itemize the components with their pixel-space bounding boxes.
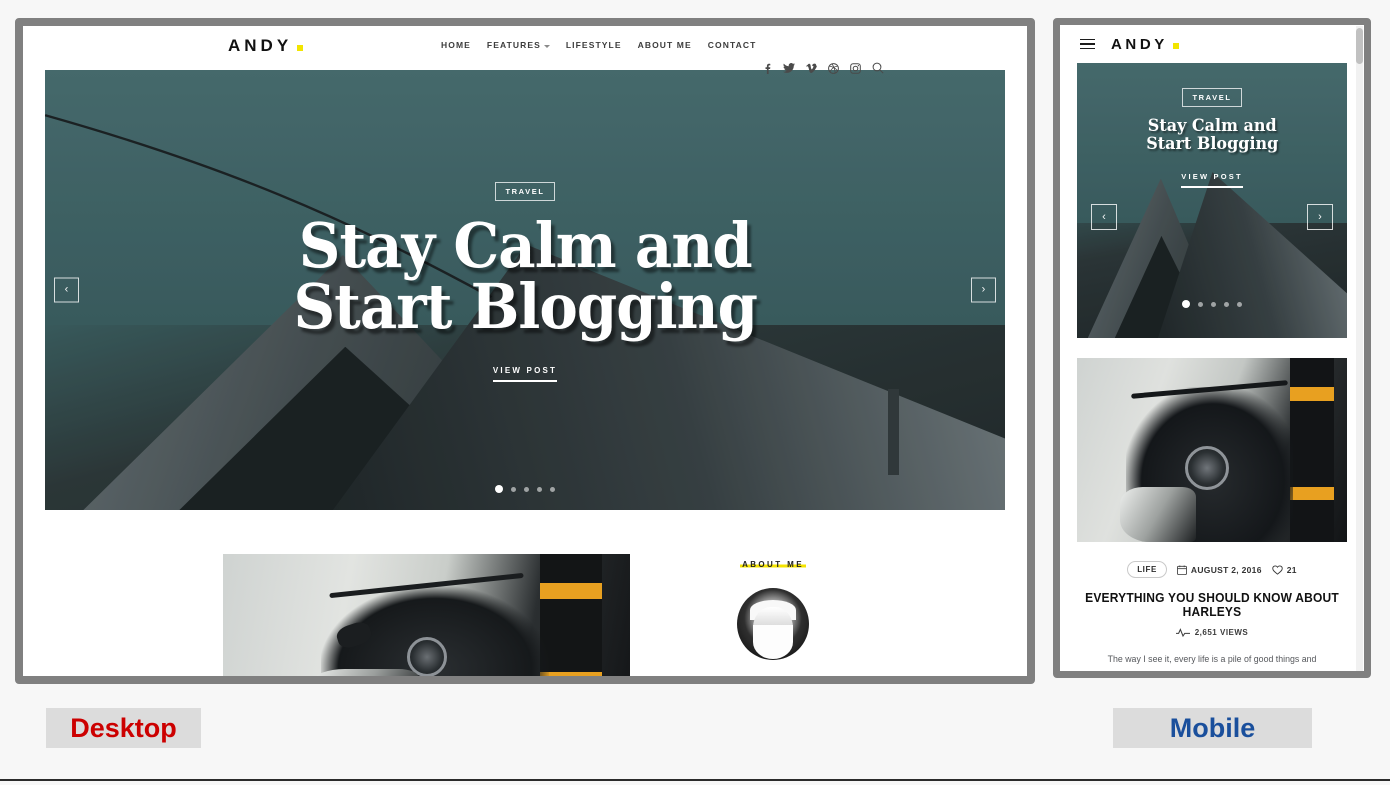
hero-title-line-1: Stay Calm and: [298, 209, 753, 282]
mobile-hero-content: TRAVEL Stay Calm and Start Blogging VIEW…: [1077, 63, 1347, 338]
slider-dot-4[interactable]: [537, 486, 542, 492]
dribbble-icon[interactable]: [828, 62, 839, 74]
nav-label: FEATURES: [486, 40, 541, 50]
slider-dot-3[interactable]: [524, 486, 529, 492]
hero-prev-button[interactable]: ‹: [54, 277, 79, 303]
logo-dot-icon: [297, 45, 304, 51]
about-me-heading: ABOUT ME: [740, 560, 806, 569]
mobile-hero-view-post-button[interactable]: VIEW POST: [1181, 172, 1243, 188]
mobile-hero-slider: TRAVEL Stay Calm and Start Blogging VIEW…: [1077, 63, 1347, 338]
mobile-post-views-text: 2,651 VIEWS: [1194, 628, 1249, 637]
site-logo-text: ANDY: [228, 36, 293, 55]
nav-label: HOME: [441, 40, 471, 50]
mobile-hero-prev-button[interactable]: ‹: [1091, 204, 1117, 230]
mobile-post-image[interactable]: [1077, 358, 1347, 542]
nav-label: CONTACT: [707, 40, 757, 50]
mobile-site-header: ANDY: [1060, 25, 1364, 63]
mobile-label: Mobile: [1113, 708, 1312, 748]
slider-dot-2[interactable]: [511, 486, 516, 492]
desktop-viewport: ANDY HOME FEATURES LIFESTYLE ABOUT ME CO…: [23, 26, 1027, 676]
calendar-icon: [1177, 565, 1187, 575]
twitter-icon[interactable]: [783, 62, 795, 74]
mobile-site-logo[interactable]: ANDY: [1111, 36, 1179, 53]
mobile-post-title[interactable]: EVERYTHING YOU SHOULD KNOW ABOUT HARLEYS: [1082, 591, 1341, 619]
search-icon[interactable]: [872, 62, 884, 74]
mobile-post-excerpt: The way I see it, every life is a pile o…: [1107, 654, 1317, 664]
nav-item-features[interactable]: FEATURES: [487, 40, 550, 50]
hero-next-button[interactable]: ›: [971, 277, 996, 303]
mobile-post-meta: LIFE AUGUST 2, 2016 21: [1077, 561, 1347, 578]
mobile-hero-slider-dots: [1077, 300, 1347, 308]
mobile-hero-next-button[interactable]: ›: [1307, 204, 1333, 230]
logo-dot-icon: [1172, 42, 1179, 49]
slider-dot-5[interactable]: [550, 486, 555, 492]
mobile-post-views: 2,651 VIEWS: [1077, 628, 1347, 637]
nav-item-contact[interactable]: CONTACT: [708, 40, 757, 50]
mobile-slider-dot-4[interactable]: [1224, 301, 1229, 307]
desktop-site-header: ANDY HOME FEATURES LIFESTYLE ABOUT ME CO…: [23, 26, 1027, 74]
desktop-label: Desktop: [46, 708, 201, 748]
facebook-icon[interactable]: [763, 63, 772, 74]
instagram-icon[interactable]: [850, 62, 861, 74]
mobile-hero-title-line-2: Start Blogging: [1145, 133, 1279, 154]
post-likes-count: 21: [1286, 564, 1297, 575]
mobile-scrollbar-thumb[interactable]: [1356, 28, 1363, 64]
mobile-post-card: LIFE AUGUST 2, 2016 21 EVERYTHING YOU SH…: [1077, 358, 1347, 667]
about-me-widget: ABOUT ME Hi, i am glad you made it here …: [681, 554, 865, 676]
main-navigation: HOME FEATURES LIFESTYLE ABOUT ME CONTACT: [441, 40, 756, 50]
avatar: [737, 588, 809, 660]
desktop-lower-content: ABOUT ME Hi, i am glad you made it here …: [23, 554, 1027, 676]
hero-slider: TRAVEL Stay Calm and Start Blogging VIEW…: [45, 70, 1005, 510]
social-links: [763, 62, 884, 74]
hero-category-badge[interactable]: TRAVEL: [495, 182, 555, 201]
mobile-hero-category-badge[interactable]: TRAVEL: [1182, 88, 1242, 107]
mobile-slider-dot-2[interactable]: [1198, 301, 1203, 307]
mobile-viewport: ANDY TRAVEL Stay Calm and Start Blogging…: [1060, 25, 1364, 671]
post-date-text: AUGUST 2, 2016: [1190, 564, 1262, 575]
slider-dot-1[interactable]: [495, 485, 503, 493]
bottom-divider: [0, 779, 1390, 785]
post-date: AUGUST 2, 2016: [1177, 565, 1262, 575]
nav-label: ABOUT ME: [637, 40, 692, 50]
pulse-icon: [1175, 628, 1190, 637]
desktop-preview-frame: ANDY HOME FEATURES LIFESTYLE ABOUT ME CO…: [15, 18, 1035, 684]
mobile-slider-dot-5[interactable]: [1237, 301, 1242, 307]
heart-icon: [1272, 565, 1283, 575]
hero-slider-dots: [45, 485, 1005, 493]
nav-item-home[interactable]: HOME: [441, 40, 471, 50]
hero-content: TRAVEL Stay Calm and Start Blogging VIEW…: [45, 70, 1005, 510]
hero-view-post-button[interactable]: VIEW POST: [492, 366, 558, 382]
nav-item-about-me[interactable]: ABOUT ME: [638, 40, 692, 50]
mobile-hero-title: Stay Calm and Start Blogging: [1145, 117, 1279, 154]
nav-item-lifestyle[interactable]: LIFESTYLE: [566, 40, 622, 50]
mobile-slider-dot-3[interactable]: [1211, 301, 1216, 307]
vimeo-icon[interactable]: [806, 63, 817, 74]
featured-post-image[interactable]: [223, 554, 630, 676]
mobile-site-logo-text: ANDY: [1111, 35, 1168, 53]
hamburger-menu-icon[interactable]: [1080, 38, 1095, 50]
mobile-slider-dot-1[interactable]: [1182, 300, 1190, 308]
hero-title-line-2: Start Blogging: [293, 270, 758, 344]
mobile-scrollbar[interactable]: [1356, 26, 1363, 671]
post-likes[interactable]: 21: [1272, 565, 1297, 575]
post-category-badge[interactable]: LIFE: [1127, 561, 1167, 578]
chevron-down-icon: [543, 44, 550, 48]
site-logo[interactable]: ANDY: [228, 36, 304, 56]
hero-title: Stay Calm and Start Blogging: [293, 209, 758, 344]
mobile-preview-frame: ANDY TRAVEL Stay Calm and Start Blogging…: [1053, 18, 1371, 678]
nav-label: LIFESTYLE: [565, 40, 622, 50]
